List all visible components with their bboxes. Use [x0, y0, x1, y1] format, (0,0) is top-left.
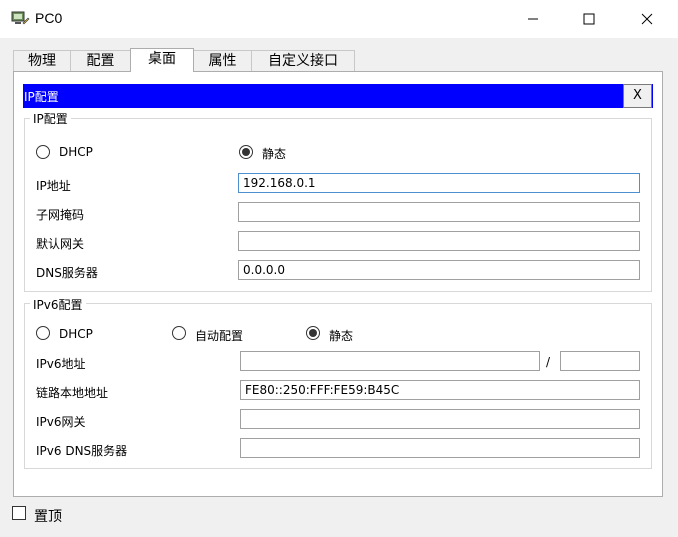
ipv6-address-label: IPv6地址	[36, 357, 86, 371]
default-gateway-label: 默认网关	[36, 237, 85, 251]
dialog-close-button[interactable]: X	[623, 84, 652, 108]
prefix-slash: /	[546, 355, 551, 369]
minimize-icon	[528, 18, 538, 20]
ipv6-gateway-input[interactable]	[240, 409, 640, 429]
window-title: PC0	[35, 10, 63, 26]
ipv6-dhcp-radio[interactable]	[36, 326, 50, 340]
ipv4-section-title: IP配置	[30, 110, 71, 127]
always-on-top-label: 置顶	[34, 509, 62, 525]
ipv6-static-label: 静态	[329, 329, 354, 343]
ipv6-autoconfig-label: 自动配置	[195, 329, 244, 343]
close-window-button[interactable]	[618, 0, 676, 38]
default-gateway-input[interactable]	[238, 231, 640, 251]
ipv6-autoconfig-radio[interactable]	[172, 326, 186, 340]
ipv6-prefix-input[interactable]	[560, 351, 640, 371]
maximize-button[interactable]	[560, 0, 618, 38]
link-local-input[interactable]: FE80::250:FFF:FE59:B45C	[240, 380, 640, 400]
tab-attributes[interactable]: 属性	[193, 50, 252, 71]
ip-address-label: IP地址	[36, 179, 71, 193]
subnet-mask-label: 子网掩码	[36, 208, 85, 222]
dns-server-input[interactable]: 0.0.0.0	[238, 260, 640, 280]
minimize-button[interactable]	[504, 0, 562, 38]
pc-app-icon	[11, 11, 30, 25]
ip-address-input[interactable]: 192.168.0.1	[238, 173, 640, 193]
subnet-mask-input[interactable]	[238, 202, 640, 222]
close-icon	[641, 13, 653, 25]
ipv4-static-label: 静态	[262, 147, 287, 161]
dialog-title: IP配置	[24, 90, 59, 104]
tab-physical[interactable]: 物理	[13, 50, 71, 71]
ipv6-dhcp-label: DHCP	[59, 327, 93, 341]
maximize-icon	[583, 13, 595, 25]
ipv4-static-radio[interactable]	[239, 145, 253, 159]
ipv4-dhcp-radio[interactable]	[36, 145, 50, 159]
tab-config[interactable]: 配置	[70, 50, 131, 71]
ipv6-address-input[interactable]	[240, 351, 540, 371]
ipv6-gateway-label: IPv6网关	[36, 415, 86, 429]
ipv6-dns-label: IPv6 DNS服务器	[36, 444, 128, 458]
dns-server-label: DNS服务器	[36, 266, 98, 280]
always-on-top-checkbox[interactable]	[12, 506, 26, 520]
ipv6-static-radio[interactable]	[306, 326, 320, 340]
title-bar: PC0	[0, 0, 678, 38]
ipv6-section-title: IPv6配置	[30, 296, 86, 313]
link-local-label: 链路本地地址	[36, 386, 109, 400]
dialog-header: IP配置	[23, 84, 653, 108]
ipv4-dhcp-label: DHCP	[59, 145, 93, 159]
ipv6-dns-input[interactable]	[240, 438, 640, 458]
tab-desktop[interactable]: 桌面	[130, 48, 194, 72]
tab-custom-interface[interactable]: 自定义接口	[251, 50, 355, 71]
